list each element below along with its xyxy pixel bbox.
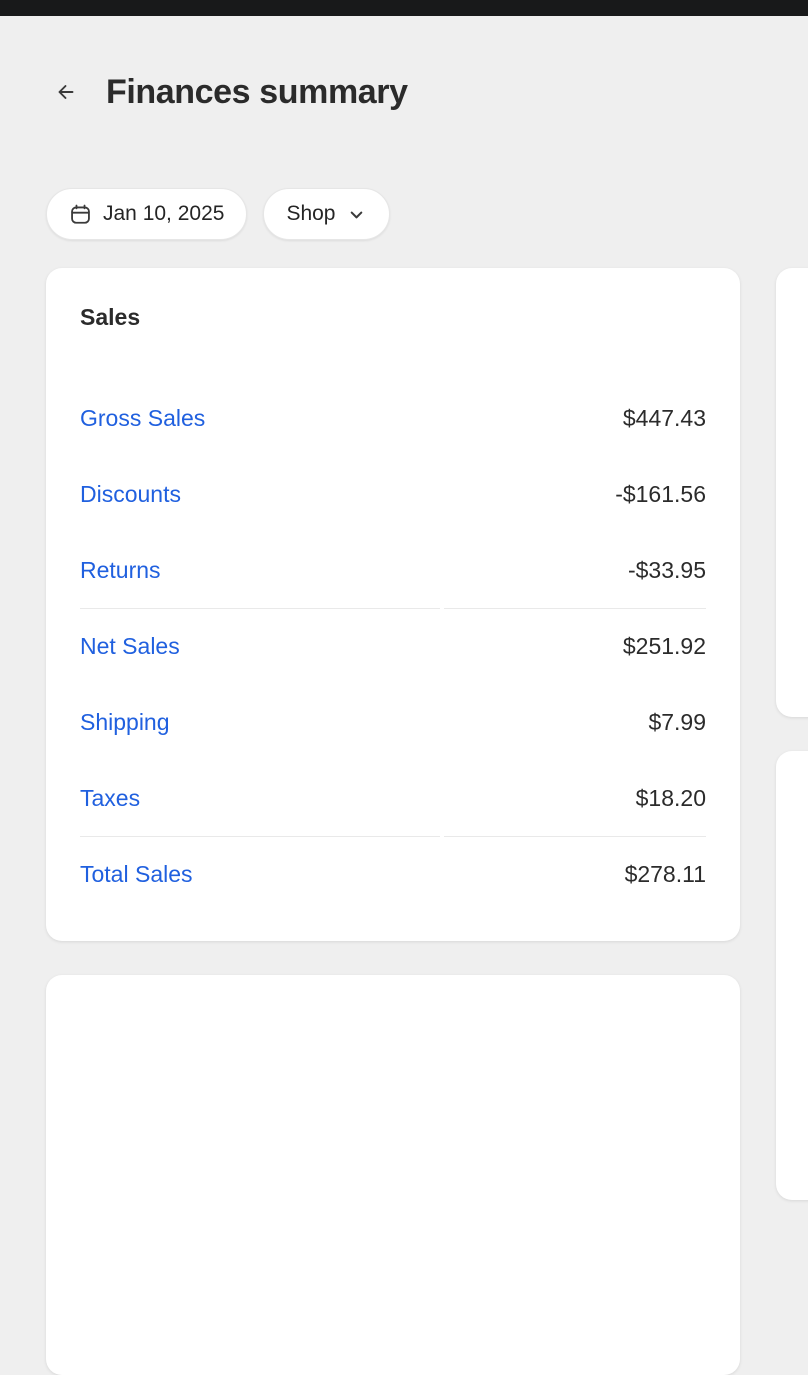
date-filter-label: Jan 10, 2025 (103, 202, 225, 225)
app-screen: Finances summary Jan 10, 2025 Shop Sales… (0, 16, 808, 1375)
sales-card-title: Sales (80, 304, 141, 330)
back-button[interactable] (48, 72, 88, 112)
sales-row: Discounts -$161.56 (46, 456, 740, 532)
arrow-left-icon (58, 85, 74, 99)
sales-row-value: $7.99 (648, 708, 706, 735)
sales-row-label[interactable]: Net Sales (80, 633, 180, 660)
sales-rows: Gross Sales $447.43 Discounts -$161.56 Retur… (46, 380, 740, 912)
sales-row-label[interactable]: Gross Sales (80, 405, 205, 432)
sales-row-label[interactable]: Discounts (80, 481, 181, 508)
sales-row-value: $278.11 (624, 860, 706, 887)
date-filter-button[interactable]: Jan 10, 2025 (46, 188, 248, 240)
page-title: Finances summary (106, 72, 408, 111)
filter-row: Jan 10, 2025 Shop (46, 188, 391, 240)
sales-row: Total Sales $278.11 (46, 836, 740, 912)
shop-filter-button[interactable]: Shop (263, 188, 391, 240)
sales-row: Gross Sales $447.43 (46, 380, 740, 456)
sales-row: Taxes $18.20 (46, 760, 740, 836)
sales-row-value: $18.20 (635, 784, 706, 811)
sales-row-label[interactable]: Shipping (80, 709, 170, 736)
sales-row-label[interactable]: Total Sales (80, 861, 193, 888)
sales-row-label[interactable]: Returns (80, 557, 161, 584)
status-bar (0, 0, 808, 16)
sales-row: Returns -$33.95 (46, 532, 740, 608)
next-card-below (46, 975, 740, 1375)
sales-row-value: $447.43 (622, 404, 706, 431)
sales-row-value: $251.92 (622, 632, 706, 659)
calendar-icon (71, 204, 90, 224)
sales-row-label[interactable]: Taxes (80, 785, 140, 812)
chevron-down-icon (351, 211, 363, 218)
adjacent-card-bottom: O (776, 751, 808, 1200)
adjacent-card-top: I (776, 268, 808, 717)
sales-row-value: -$33.95 (627, 556, 706, 583)
shop-filter-label: Shop (286, 202, 336, 225)
sales-card: Sales Gross Sales $447.43 Discounts -$161.5… (46, 268, 740, 941)
page-header: Finances summary (48, 72, 408, 112)
sales-row: Shipping $7.99 (46, 684, 740, 760)
sales-row: Net Sales $251.92 (46, 608, 740, 684)
sales-row-value: -$161.56 (615, 480, 706, 507)
